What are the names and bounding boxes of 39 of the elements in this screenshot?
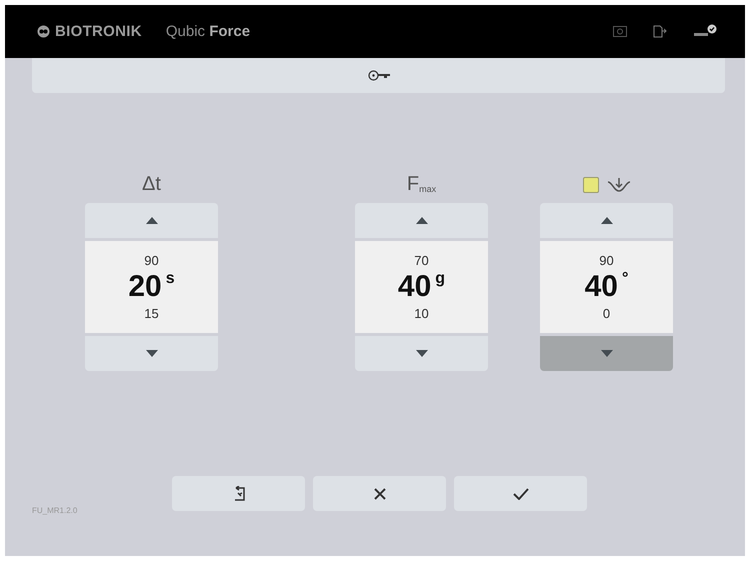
increase-button[interactable] xyxy=(355,203,488,238)
decrease-button[interactable] xyxy=(85,336,218,371)
upper-value: 90 xyxy=(599,253,614,268)
dip-curve-icon xyxy=(606,176,630,192)
version-label: FU_MR1.2.0 xyxy=(32,506,78,515)
parameter-label: Δt xyxy=(142,173,161,196)
unit-label: ° xyxy=(622,270,628,288)
upper-value: 90 xyxy=(144,253,159,268)
cancel-button[interactable] xyxy=(313,476,446,511)
logo-icon xyxy=(37,25,50,38)
down-arrow-icon xyxy=(600,350,612,357)
current-value: 20 xyxy=(128,270,162,304)
decrease-button[interactable] xyxy=(355,336,488,371)
unit-label: g xyxy=(435,270,446,288)
reset-button[interactable] xyxy=(172,476,305,511)
close-icon xyxy=(374,488,386,500)
confirm-button[interactable] xyxy=(454,476,587,511)
lower-value: 15 xyxy=(144,306,159,321)
upper-value: 70 xyxy=(414,253,429,268)
product-name: Qubic Force xyxy=(166,23,250,40)
up-arrow-icon xyxy=(600,217,612,224)
brand-name: BIOTRONIK xyxy=(55,23,142,40)
export-icon[interactable] xyxy=(653,25,667,38)
up-arrow-icon xyxy=(146,217,158,224)
down-arrow-icon xyxy=(416,350,428,357)
increase-button[interactable] xyxy=(85,203,218,238)
camera-icon[interactable] xyxy=(613,26,627,37)
down-arrow-icon xyxy=(146,350,158,357)
current-value: 40 xyxy=(584,270,618,304)
up-arrow-icon xyxy=(416,217,428,224)
lower-value: 0 xyxy=(602,306,610,321)
parameter-label: F$_{max}$ xyxy=(406,173,436,196)
lower-value: 10 xyxy=(414,306,429,321)
key-icon xyxy=(368,70,390,81)
decrease-button[interactable] xyxy=(540,336,673,371)
unit-label: s xyxy=(166,270,175,288)
check-icon xyxy=(512,488,528,500)
increase-button[interactable] xyxy=(540,203,673,238)
current-value: 40 xyxy=(398,270,432,304)
